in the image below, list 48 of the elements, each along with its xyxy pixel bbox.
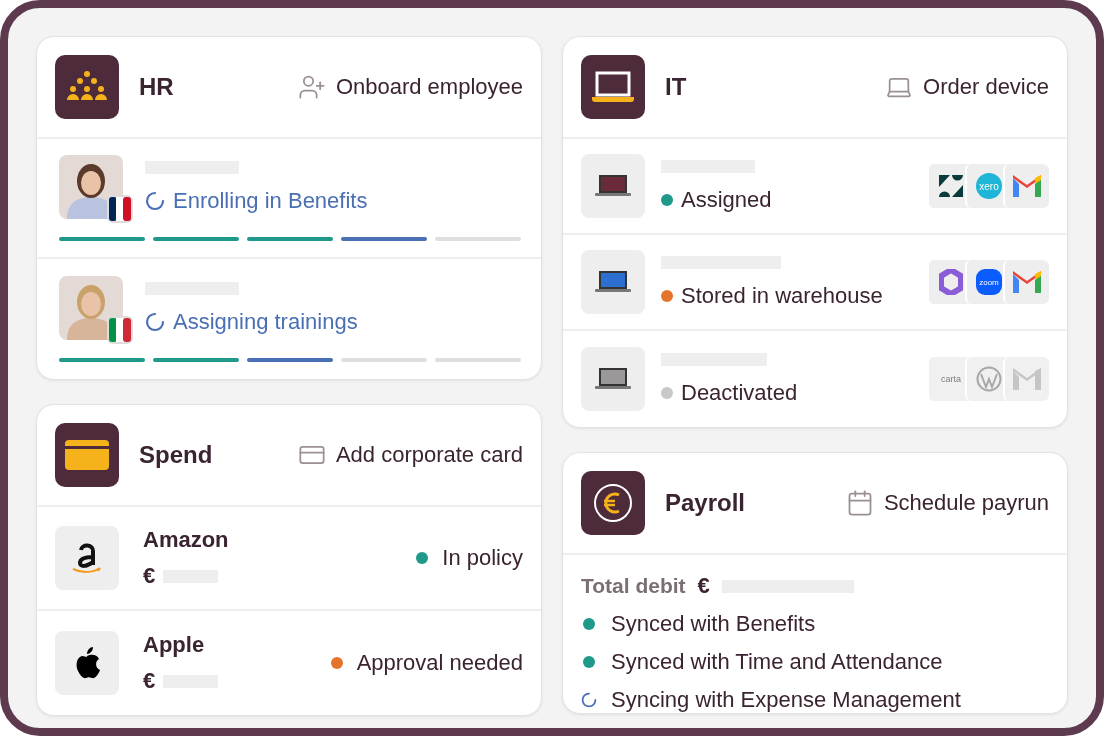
merchant-name: Amazon <box>143 527 230 553</box>
status-text: Approval needed <box>356 650 523 676</box>
flag-icon <box>107 195 133 223</box>
spinner-icon <box>581 692 597 708</box>
w-circle-icon <box>976 366 1002 392</box>
logo-circle-text: zoom <box>976 269 1002 295</box>
sync-status-text: Synced with Time and Attendance <box>611 649 943 675</box>
currency-symbol: € <box>697 573 710 599</box>
ring-logo-icon <box>939 269 963 295</box>
status-text: Stored in warehouse <box>681 282 883 309</box>
a-smile-logo-icon <box>72 542 102 574</box>
laptop-drawing <box>595 270 631 294</box>
spinner-icon <box>145 190 165 211</box>
m-logo-icon <box>1013 368 1041 390</box>
card-title: IT <box>665 73 688 101</box>
m-logo-icon <box>1013 271 1041 293</box>
m-logo-icon <box>1013 175 1041 197</box>
total-label: Total debit <box>581 574 686 598</box>
status-text: Enrolling in Benefits <box>173 187 368 214</box>
person-figure <box>59 276 123 340</box>
status-text: Assigned <box>681 186 772 213</box>
flag-icon <box>107 316 133 344</box>
user-plus-icon <box>297 73 326 101</box>
sync-status-text: Syncing with Expense Management <box>611 687 961 713</box>
laptop-drawing <box>595 174 631 198</box>
status-text: Deactivated <box>681 379 798 406</box>
person-figure <box>59 155 123 219</box>
card-title: Payroll <box>665 489 747 517</box>
action-button[interactable]: Schedule payrun <box>845 489 1049 517</box>
logo-circle-text: xero <box>976 173 1002 199</box>
card-title: HR <box>139 73 175 101</box>
euro-coin-icon <box>593 483 633 523</box>
action-button[interactable]: Add corporate card <box>297 441 523 469</box>
card-title: Spend <box>139 441 214 469</box>
logo-text: carta <box>941 374 961 384</box>
card-icon <box>65 440 109 470</box>
status-text: In policy <box>442 545 523 571</box>
currency-symbol: € <box>143 668 156 694</box>
action-button[interactable]: Order device <box>885 73 1049 101</box>
z-logo-icon <box>939 175 963 197</box>
action-button[interactable]: Onboard employee <box>297 73 523 101</box>
spinner-icon <box>145 311 165 332</box>
laptop-drawing <box>595 367 631 391</box>
laptop-icon <box>591 70 635 104</box>
merchant-name: Apple <box>143 632 206 658</box>
currency-symbol: € <box>143 563 156 589</box>
status-text: Assigning trainings <box>173 308 358 335</box>
sync-status-text: Synced with Benefits <box>611 611 816 637</box>
